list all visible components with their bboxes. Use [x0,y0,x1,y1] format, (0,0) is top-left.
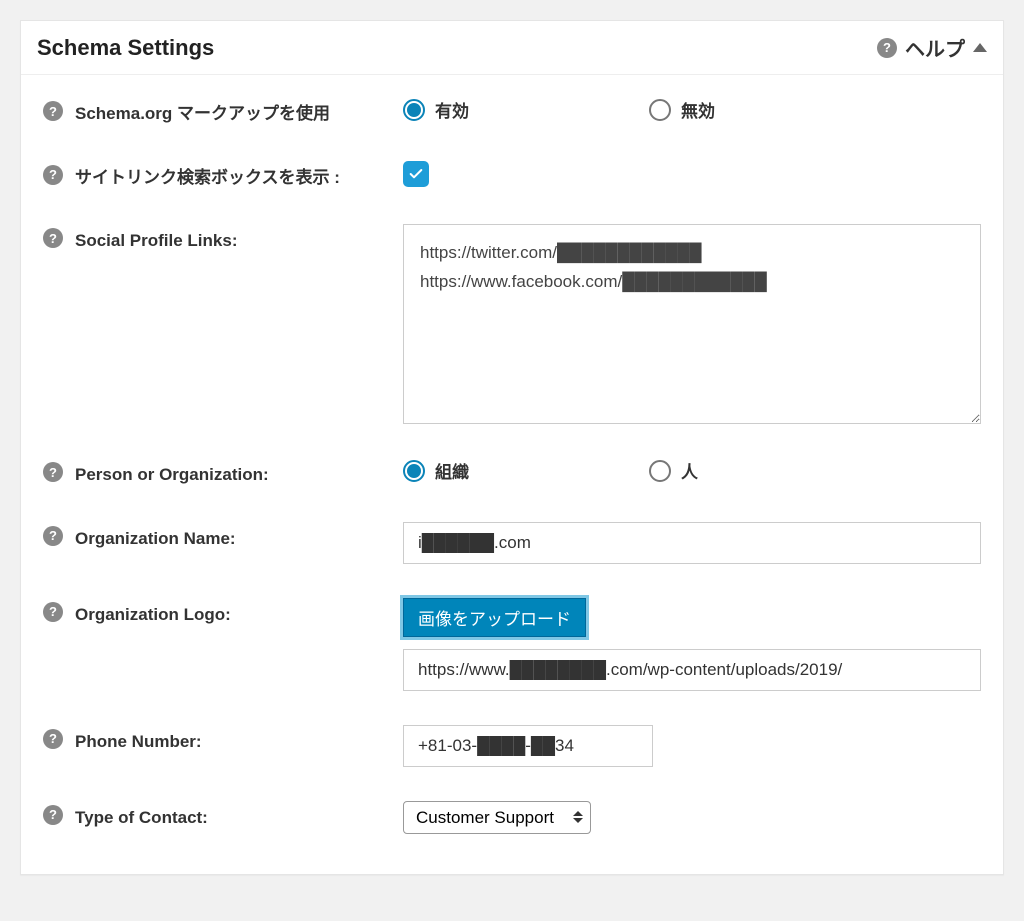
help-icon[interactable]: ? [43,165,63,185]
row-person-or-org: ? Person or Organization: 組織 人 [43,458,981,488]
select-contact-type[interactable]: Customer Support [403,801,591,834]
help-icon[interactable]: ? [43,101,63,121]
input-phone[interactable] [403,725,653,767]
label-sitelinks-search: サイトリンク検索ボックスを表示 : [75,165,340,191]
radio-person[interactable]: 人 [649,458,698,483]
chevron-up-icon [973,43,987,52]
help-icon[interactable]: ? [43,602,63,622]
label-phone: Phone Number: [75,729,202,755]
row-org-logo: ? Organization Logo: 画像をアップロード [43,598,981,691]
row-social-links: ? Social Profile Links: [43,224,981,424]
radio-icon [649,99,671,121]
input-org-name[interactable] [403,522,981,564]
help-icon[interactable]: ? [43,228,63,248]
help-icon[interactable]: ? [43,805,63,825]
row-schema-markup: ? Schema.org マークアップを使用 有効 無効 [43,97,981,127]
label-org-logo: Organization Logo: [75,602,231,628]
row-sitelinks-search: ? サイトリンク検索ボックスを表示 : [43,161,981,191]
radio-icon [649,460,671,482]
schema-settings-panel: Schema Settings ? ヘルプ ? Schema.org マークアッ… [20,20,1004,875]
row-org-name: ? Organization Name: [43,522,981,564]
radio-organization[interactable]: 組織 [403,458,469,483]
check-icon [408,166,424,182]
label-social-links: Social Profile Links: [75,228,238,254]
panel-header: Schema Settings ? ヘルプ [21,21,1003,75]
label-schema-markup: Schema.org マークアップを使用 [75,101,330,127]
row-phone: ? Phone Number: [43,725,981,767]
schema-markup-radio-group: 有効 無効 [403,97,715,122]
help-icon[interactable]: ? [43,729,63,749]
checkbox-sitelinks-search[interactable] [403,161,429,187]
select-contact-type-wrap: Customer Support [403,801,591,834]
textarea-social-links[interactable] [403,224,981,424]
row-contact-type: ? Type of Contact: Customer Support [43,801,981,834]
label-person-or-org: Person or Organization: [75,462,269,488]
help-icon: ? [877,38,897,58]
upload-image-button[interactable]: 画像をアップロード [403,598,586,637]
label-contact-type: Type of Contact: [75,805,208,831]
radio-icon [403,460,425,482]
help-toggle[interactable]: ? ヘルプ [877,33,987,62]
radio-schema-enabled[interactable]: 有効 [403,97,469,122]
help-icon[interactable]: ? [43,526,63,546]
label-org-name: Organization Name: [75,526,236,552]
person-org-radio-group: 組織 人 [403,458,698,483]
radio-icon [403,99,425,121]
radio-schema-disabled[interactable]: 無効 [649,97,715,122]
help-label: ヘルプ [905,33,965,62]
panel-body: ? Schema.org マークアップを使用 有効 無効 [21,75,1003,874]
help-icon[interactable]: ? [43,462,63,482]
panel-title: Schema Settings [37,35,214,61]
input-org-logo-url[interactable] [403,649,981,691]
